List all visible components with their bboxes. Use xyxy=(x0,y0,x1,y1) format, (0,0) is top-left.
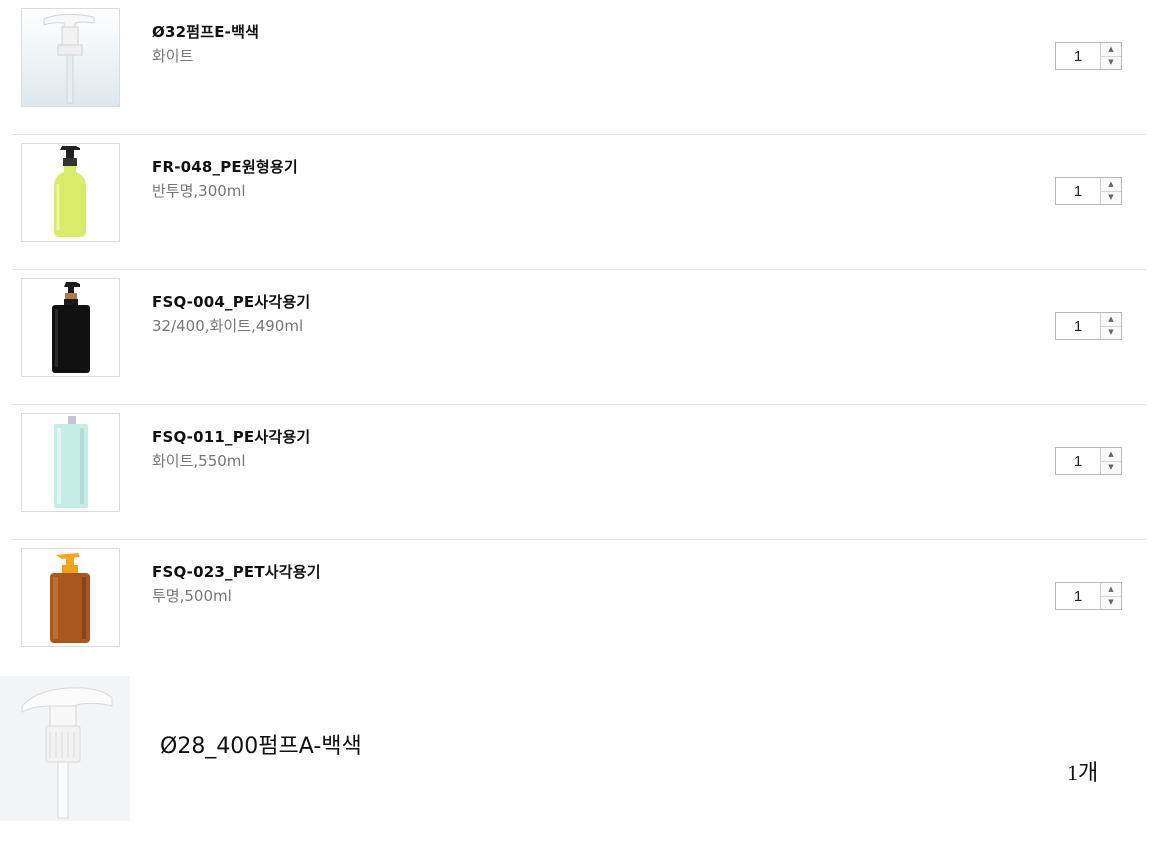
cart-item: FSQ-004_PE사각용기 32/400,화이트,490ml ▲ ▼ xyxy=(12,270,1146,405)
summary-thumbnail xyxy=(0,676,130,821)
product-info: Ø32펌프E-백색 화이트 xyxy=(152,22,259,66)
increase-button[interactable]: ▲ xyxy=(1101,43,1121,57)
quantity-input[interactable] xyxy=(1056,448,1101,474)
arrow-down-icon: ▼ xyxy=(1108,463,1114,472)
product-option: 반투명,300ml xyxy=(152,182,246,200)
arrow-down-icon: ▼ xyxy=(1108,328,1114,337)
product-option: 화이트,550ml xyxy=(152,452,246,470)
lime-round-bottle-image xyxy=(22,144,119,241)
increase-button[interactable]: ▲ xyxy=(1101,583,1121,597)
quantity-stepper[interactable]: ▲ ▼ xyxy=(1055,312,1122,340)
product-info: FR-048_PE원형용기 반투명,300ml xyxy=(152,157,298,201)
product-option: 화이트 xyxy=(152,47,194,65)
quantity-input[interactable] xyxy=(1056,43,1101,69)
arrow-down-icon: ▼ xyxy=(1108,193,1114,202)
product-option: 32/400,화이트,490ml xyxy=(152,317,304,335)
product-name[interactable]: FR-048_PE원형용기 xyxy=(152,157,298,177)
black-square-bottle-image xyxy=(22,279,119,376)
summary-quantity: 1개 xyxy=(1067,760,1099,785)
product-info: FSQ-004_PE사각용기 32/400,화이트,490ml xyxy=(152,292,310,336)
decrease-button[interactable]: ▼ xyxy=(1101,326,1121,339)
amber-square-bottle-image xyxy=(22,549,119,646)
product-thumbnail[interactable] xyxy=(21,413,120,512)
quantity-stepper[interactable]: ▲ ▼ xyxy=(1055,447,1122,475)
arrow-up-icon: ▲ xyxy=(1108,584,1114,593)
decrease-button[interactable]: ▼ xyxy=(1101,461,1121,474)
stepper-arrows: ▲ ▼ xyxy=(1101,313,1121,339)
decrease-button[interactable]: ▼ xyxy=(1101,56,1121,69)
product-info: FSQ-011_PE사각용기 화이트,550ml xyxy=(152,427,310,471)
quantity-input[interactable] xyxy=(1056,313,1101,339)
arrow-down-icon: ▼ xyxy=(1108,58,1114,67)
product-name[interactable]: Ø32펌프E-백색 xyxy=(152,22,259,42)
quantity-stepper[interactable]: ▲ ▼ xyxy=(1055,42,1122,70)
product-name[interactable]: FSQ-004_PE사각용기 xyxy=(152,292,310,312)
mint-square-bottle-image xyxy=(22,414,119,511)
selected-product-summary: Ø28_400펌프A-백색 1개 xyxy=(0,676,1154,821)
decrease-button[interactable]: ▼ xyxy=(1101,191,1121,204)
summary-product-name: Ø28_400펌프A-백색 xyxy=(160,734,362,759)
product-option: 투명,500ml xyxy=(152,587,232,605)
stepper-arrows: ▲ ▼ xyxy=(1101,43,1121,69)
pump-dispenser-image xyxy=(22,9,119,106)
arrow-up-icon: ▲ xyxy=(1108,314,1114,323)
cart-item: Ø32펌프E-백색 화이트 ▲ ▼ xyxy=(12,0,1146,135)
quantity-input[interactable] xyxy=(1056,583,1101,609)
cart-item: FSQ-023_PET사각용기 투명,500ml ▲ ▼ xyxy=(12,540,1146,674)
increase-button[interactable]: ▲ xyxy=(1101,448,1121,462)
stepper-arrows: ▲ ▼ xyxy=(1101,583,1121,609)
quantity-input[interactable] xyxy=(1056,178,1101,204)
quantity-stepper[interactable]: ▲ ▼ xyxy=(1055,582,1122,610)
product-info: FSQ-023_PET사각용기 투명,500ml xyxy=(152,562,321,606)
quantity-stepper[interactable]: ▲ ▼ xyxy=(1055,177,1122,205)
product-thumbnail[interactable] xyxy=(21,8,120,107)
product-name[interactable]: FSQ-011_PE사각용기 xyxy=(152,427,310,447)
product-thumbnail[interactable] xyxy=(21,548,120,647)
arrow-down-icon: ▼ xyxy=(1108,598,1114,607)
product-thumbnail[interactable] xyxy=(21,143,120,242)
arrow-up-icon: ▲ xyxy=(1108,449,1114,458)
arrow-up-icon: ▲ xyxy=(1108,44,1114,53)
product-name[interactable]: FSQ-023_PET사각용기 xyxy=(152,562,321,582)
cart-item: FR-048_PE원형용기 반투명,300ml ▲ ▼ xyxy=(12,135,1146,270)
increase-button[interactable]: ▲ xyxy=(1101,178,1121,192)
arrow-up-icon: ▲ xyxy=(1108,179,1114,188)
increase-button[interactable]: ▲ xyxy=(1101,313,1121,327)
white-pump-closeup-image xyxy=(0,676,130,821)
cart-item-list: Ø32펌프E-백색 화이트 ▲ ▼ FR-048_PE원형용기 반투명,3 xyxy=(12,0,1146,674)
product-thumbnail[interactable] xyxy=(21,278,120,377)
cart-item: FSQ-011_PE사각용기 화이트,550ml ▲ ▼ xyxy=(12,405,1146,540)
stepper-arrows: ▲ ▼ xyxy=(1101,178,1121,204)
stepper-arrows: ▲ ▼ xyxy=(1101,448,1121,474)
decrease-button[interactable]: ▼ xyxy=(1101,596,1121,609)
